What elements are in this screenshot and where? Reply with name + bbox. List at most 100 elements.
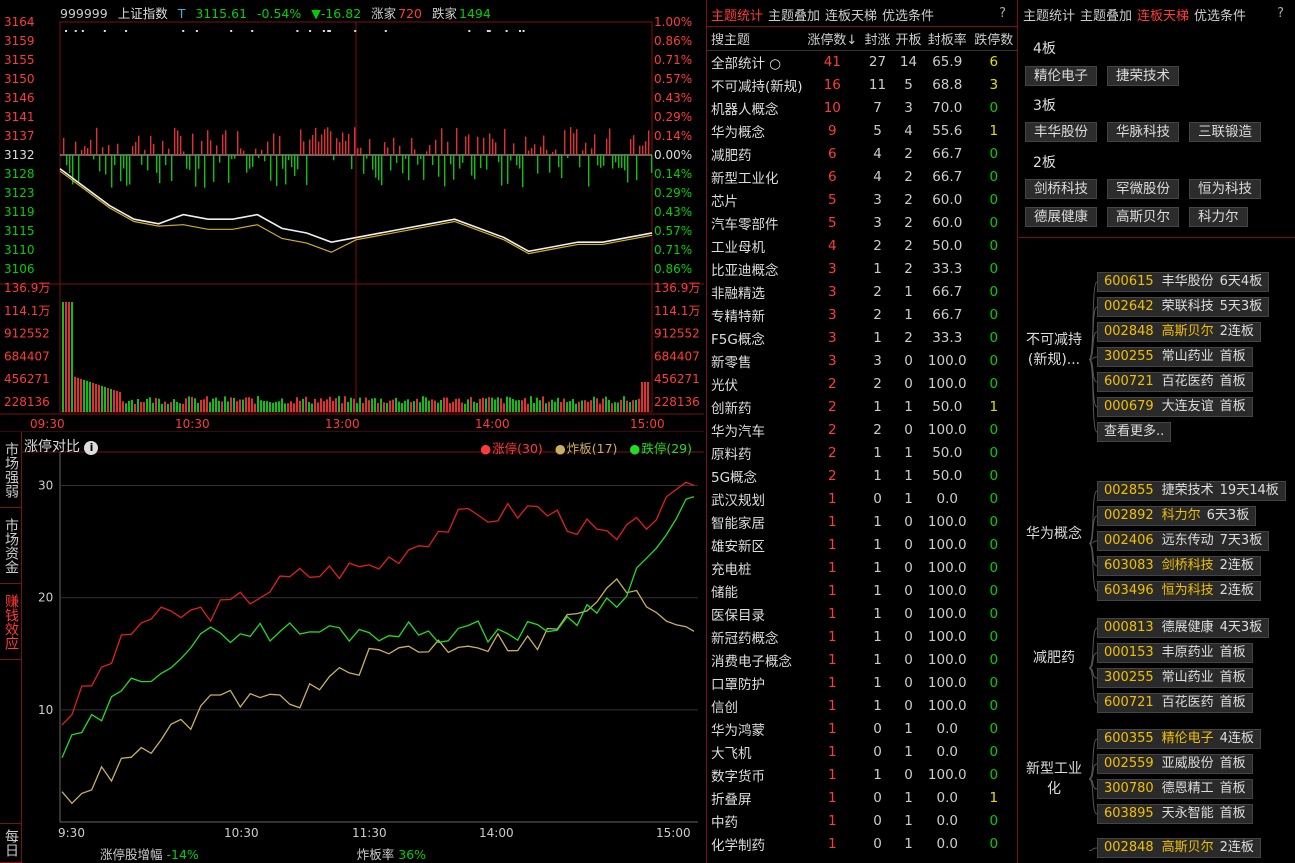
ladder-stock-button[interactable]: 精伦电子 bbox=[1025, 66, 1097, 86]
group-stock-item[interactable]: 000813 德展健康 4天3板 bbox=[1097, 618, 1270, 638]
table-row[interactable]: 大飞机 1 0 1 0.0 0 bbox=[707, 740, 1017, 763]
volume-bar bbox=[464, 403, 466, 412]
ladder-stock-button[interactable]: 三联锻造 bbox=[1189, 122, 1261, 142]
column-header[interactable]: 开板 bbox=[893, 27, 925, 51]
group-stock-item[interactable]: 002848 高斯贝尔 2连板 bbox=[1097, 322, 1261, 342]
table-row[interactable]: 口罩防护 1 1 0 100.0 0 bbox=[707, 671, 1017, 694]
index-price: 3115.61 bbox=[195, 6, 248, 21]
table-row[interactable]: 机器人概念 10 7 3 70.0 0 bbox=[707, 96, 1017, 119]
compare-panel[interactable]: 30 20 10 9:30 10:30 11:30 14:00 15:00 市场强弱 市场资金… bbox=[0, 432, 704, 863]
help-icon[interactable]: ? bbox=[999, 6, 1006, 21]
rhelp-icon[interactable]: ? bbox=[1277, 6, 1284, 21]
stat-cell: 2 bbox=[904, 214, 913, 231]
legend-item[interactable]: ●炸板(17) bbox=[549, 441, 618, 456]
column-header[interactable]: 封板率 bbox=[924, 27, 971, 51]
side-tab-market-funds[interactable]: 市场资金 bbox=[0, 508, 22, 584]
table-row[interactable]: 医保目录 1 1 0 100.0 0 bbox=[707, 602, 1017, 625]
rtab-ladder[interactable]: 连板天梯 bbox=[1137, 9, 1189, 24]
theme-name: 华为概念 bbox=[711, 124, 765, 141]
group-stock-item[interactable]: 002559 亚威股份 首板 bbox=[1097, 754, 1253, 774]
table-row[interactable]: 光伏 2 2 0 100.0 0 bbox=[707, 372, 1017, 395]
table-row[interactable]: 非融精选 3 2 1 66.7 0 bbox=[707, 280, 1017, 303]
legend-item[interactable]: ●跌停(29) bbox=[623, 441, 692, 456]
group-stock-item[interactable]: 600721 百花医药 首板 bbox=[1097, 372, 1253, 392]
table-row[interactable]: 储能 1 1 0 100.0 0 bbox=[707, 579, 1017, 602]
rtab-theme-stats[interactable]: 主题统计 bbox=[1023, 9, 1075, 24]
ladder-stock-button[interactable]: 高斯贝尔 bbox=[1107, 207, 1179, 227]
side-tab-daily[interactable]: 每日 bbox=[0, 823, 22, 863]
ladder-stock-button[interactable]: 恒为科技 bbox=[1189, 179, 1261, 199]
tab-ladder[interactable]: 连板天梯 bbox=[825, 9, 877, 24]
table-row[interactable]: 智能家居 1 1 0 100.0 0 bbox=[707, 510, 1017, 533]
table-row[interactable]: 武汉规划 1 0 1 0.0 0 bbox=[707, 487, 1017, 510]
ladder-stock-button[interactable]: 科力尔 bbox=[1189, 207, 1248, 227]
table-row[interactable]: 华为汽车 2 2 0 100.0 0 bbox=[707, 418, 1017, 441]
stat-cell: 1 bbox=[904, 812, 913, 829]
table-row[interactable]: 汽车零部件 5 3 2 60.0 0 bbox=[707, 211, 1017, 234]
table-row[interactable]: 华为鸿蒙 1 0 1 0.0 0 bbox=[707, 717, 1017, 740]
column-header[interactable]: 封涨 bbox=[862, 27, 894, 51]
group-stock-item[interactable]: 600615 丰华股份 6天4板 bbox=[1097, 272, 1270, 292]
column-header[interactable]: 涨停数↓ bbox=[802, 27, 863, 51]
table-row[interactable]: 芯片 5 3 2 60.0 0 bbox=[707, 188, 1017, 211]
see-more-button[interactable]: 查看更多.. bbox=[1097, 422, 1172, 442]
ladder-stock-button[interactable]: 德展健康 bbox=[1025, 207, 1097, 227]
group-stock-item[interactable]: 300255 常山药业 首板 bbox=[1097, 668, 1253, 688]
table-row[interactable]: 折叠屏 1 0 1 0.0 1 bbox=[707, 786, 1017, 809]
table-row[interactable]: 新型工业化 6 4 2 66.7 0 bbox=[707, 165, 1017, 188]
table-row[interactable]: 消费电子概念 1 1 0 100.0 0 bbox=[707, 648, 1017, 671]
ladder-stock-button[interactable]: 华脉科技 bbox=[1107, 122, 1179, 142]
group-stock-item[interactable]: 300255 常山药业 首板 bbox=[1097, 347, 1253, 367]
table-row[interactable]: 新冠药概念 1 1 0 100.0 0 bbox=[707, 625, 1017, 648]
group-stock-item[interactable]: 002855 捷荣技术 19天14板 bbox=[1097, 481, 1286, 501]
legend-item[interactable]: ●涨停(30) bbox=[474, 441, 543, 456]
table-row[interactable]: 信创 1 1 0 100.0 0 bbox=[707, 694, 1017, 717]
index-chart-panel[interactable]: 3164 1.00% 3159 0.86% 3155 0.71% 3150 0.57% 3146… bbox=[0, 0, 704, 432]
table-row[interactable]: 5G概念 2 1 1 50.0 0 bbox=[707, 464, 1017, 487]
group-stock-item[interactable]: 002848 高斯贝尔 2连板 bbox=[1097, 838, 1261, 858]
table-row[interactable]: 充电桩 1 1 0 100.0 0 bbox=[707, 556, 1017, 579]
tab-theme-overlay[interactable]: 主题叠加 bbox=[768, 9, 820, 24]
table-row[interactable]: 中药 1 0 1 0.0 0 bbox=[707, 809, 1017, 832]
table-row[interactable]: 减肥药 6 4 2 66.7 0 bbox=[707, 142, 1017, 165]
side-tab-profit-effect[interactable]: 赚钱效应 bbox=[0, 584, 22, 660]
table-row[interactable]: 比亚迪概念 3 1 2 33.3 0 bbox=[707, 257, 1017, 280]
table-row[interactable]: 雄安新区 1 1 0 100.0 0 bbox=[707, 533, 1017, 556]
group-stock-item[interactable]: 002892 科力尔 6天3板 bbox=[1097, 506, 1257, 526]
info-icon[interactable]: i bbox=[84, 441, 99, 455]
rtab-theme-overlay[interactable]: 主题叠加 bbox=[1080, 9, 1132, 24]
stat-cell: 0 bbox=[989, 145, 999, 162]
ladder-stock-button[interactable]: 剑桥科技 bbox=[1025, 179, 1097, 199]
column-header[interactable]: 搜主题 bbox=[707, 27, 803, 51]
group-stock-item[interactable]: 600355 精伦电子 4连板 bbox=[1097, 729, 1261, 749]
table-row[interactable]: 化学制药 1 0 1 0.0 0 bbox=[707, 832, 1017, 855]
tab-theme-stats[interactable]: 主题统计 bbox=[711, 9, 763, 24]
table-row[interactable]: 新零售 3 3 0 100.0 0 bbox=[707, 349, 1017, 372]
side-tab-market-strength[interactable]: 市场强弱 bbox=[0, 432, 22, 508]
table-row[interactable]: 不可减持(新规) 16 11 5 68.8 3 bbox=[707, 73, 1017, 96]
table-row[interactable]: 全部统计 ○ 41 27 14 65.9 6 bbox=[707, 50, 1017, 73]
table-row[interactable]: 创新药 2 1 1 50.0 1 bbox=[707, 395, 1017, 418]
rtab-filter[interactable]: 优选条件 bbox=[1194, 9, 1246, 24]
group-stock-item[interactable]: 000679 大连友谊 首板 bbox=[1097, 397, 1253, 417]
table-row[interactable]: 专精特新 3 2 1 66.7 0 bbox=[707, 303, 1017, 326]
table-row[interactable]: F5G概念 3 1 2 33.3 0 bbox=[707, 326, 1017, 349]
group-stock-item[interactable]: 603895 天永智能 首板 bbox=[1097, 804, 1253, 824]
group-stock-item[interactable]: 002642 荣联科技 5天3板 bbox=[1097, 297, 1270, 317]
group-stock-item[interactable]: 002406 远东传动 7天3板 bbox=[1097, 531, 1270, 551]
table-row[interactable]: 工业母机 4 2 2 50.0 0 bbox=[707, 234, 1017, 257]
table-row[interactable]: 原料药 2 1 1 50.0 0 bbox=[707, 441, 1017, 464]
tab-filter[interactable]: 优选条件 bbox=[882, 9, 934, 24]
ladder-stock-button[interactable]: 丰华股份 bbox=[1025, 122, 1097, 142]
ladder-stock-button[interactable]: 罕微股份 bbox=[1107, 179, 1179, 199]
ladder-stock-button[interactable]: 捷荣技术 bbox=[1107, 66, 1179, 86]
group-stock-item[interactable]: 000153 丰原药业 首板 bbox=[1097, 643, 1253, 663]
column-header[interactable]: 跌停数 bbox=[970, 27, 1017, 51]
group-stock-item[interactable]: 600721 百花医药 首板 bbox=[1097, 693, 1253, 713]
volume-bar bbox=[203, 399, 205, 412]
table-row[interactable]: 数字货币 1 1 0 100.0 0 bbox=[707, 763, 1017, 786]
group-stock-item[interactable]: 300780 德恩精工 首板 bbox=[1097, 779, 1253, 799]
group-stock-item[interactable]: 603083 剑桥科技 2连板 bbox=[1097, 556, 1261, 576]
group-stock-item[interactable]: 603496 恒为科技 2连板 bbox=[1097, 581, 1261, 601]
table-row[interactable]: 华为概念 9 5 4 55.6 1 bbox=[707, 119, 1017, 142]
